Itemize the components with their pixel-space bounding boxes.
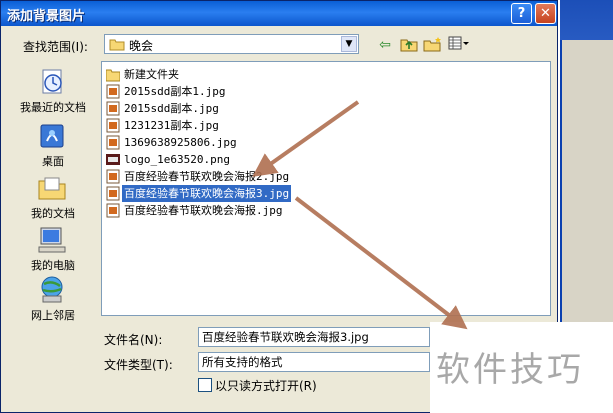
file-name: logo_1e63520.png	[124, 153, 230, 166]
filename-label: 文件名(N):	[104, 333, 163, 347]
file-name: 2015sdd副本.jpg	[124, 102, 219, 115]
dialog-title: 添加背景图片	[7, 9, 86, 24]
file-list[interactable]: 新建文件夹 2015sdd副本1.jpg 2015sdd副本.jpg 12312…	[101, 61, 551, 316]
recent-documents-icon	[42, 69, 62, 94]
look-in-combobox[interactable]: 晚会 ▼	[104, 34, 359, 54]
image-file-icon	[106, 135, 120, 150]
image-file-icon	[106, 118, 120, 133]
my-documents-icon	[38, 177, 66, 200]
my-computer-icon	[38, 227, 66, 253]
folder-icon	[106, 69, 120, 82]
folder-icon	[109, 39, 125, 51]
place-my-documents[interactable]: 我的文档	[9, 171, 97, 223]
file-name: 百度经验春节联欢晚会海报2.jpg	[124, 170, 290, 183]
image-file-icon	[106, 84, 120, 99]
watermark-text: 软件技巧	[436, 350, 584, 390]
place-desktop[interactable]: 桌面	[9, 119, 97, 171]
help-button[interactable]: ?	[511, 3, 532, 24]
filename-input[interactable]: 百度经验春节联欢晚会海报3.jpg	[198, 327, 430, 347]
close-button[interactable]: ✕	[535, 3, 556, 24]
place-recent-documents[interactable]: 我最近的文档	[9, 65, 97, 117]
place-my-computer[interactable]: 我的电脑	[9, 223, 97, 275]
new-folder-icon[interactable]	[423, 36, 443, 54]
title-bar[interactable]: 添加背景图片 ? ✕	[1, 1, 557, 26]
file-name: 2015sdd副本1.jpg	[124, 85, 226, 98]
network-places-icon	[41, 276, 63, 303]
filetype-label: 文件类型(T):	[104, 358, 173, 372]
readonly-label: 以只读方式打开(R)	[215, 379, 317, 393]
place-label: 我的电脑	[31, 259, 75, 272]
background-window	[560, 40, 613, 330]
place-label: 我的文档	[31, 207, 75, 220]
file-name: 新建文件夹	[124, 68, 179, 81]
views-menu-icon[interactable]	[447, 36, 471, 54]
file-name: 百度经验春节联欢晚会海报3.jpg	[122, 185, 292, 202]
filetype-select[interactable]: 所有支持的格式	[198, 352, 430, 372]
place-label: 网上邻居	[31, 309, 75, 322]
image-file-icon	[106, 203, 120, 218]
image-file-icon	[106, 101, 120, 116]
look-in-label: 查找范围(I):	[23, 40, 88, 54]
place-label: 我最近的文档	[20, 101, 86, 114]
chevron-down-icon[interactable]: ▼	[341, 36, 357, 52]
image-file-icon	[106, 169, 120, 184]
desktop-icon	[40, 124, 64, 148]
place-network[interactable]: 网上邻居	[9, 273, 97, 325]
readonly-checkbox[interactable]	[198, 378, 212, 392]
up-folder-icon[interactable]	[399, 36, 419, 54]
file-name: 1369638925806.jpg	[124, 136, 237, 149]
png-file-icon	[106, 154, 120, 165]
file-name: 1231231副本.jpg	[124, 119, 219, 132]
image-file-icon	[106, 186, 120, 201]
back-arrow-icon[interactable]: ⇦	[375, 36, 395, 54]
file-name: 百度经验春节联欢晚会海报.jpg	[124, 204, 283, 217]
place-label: 桌面	[42, 155, 64, 168]
look-in-value: 晚会	[129, 39, 154, 53]
